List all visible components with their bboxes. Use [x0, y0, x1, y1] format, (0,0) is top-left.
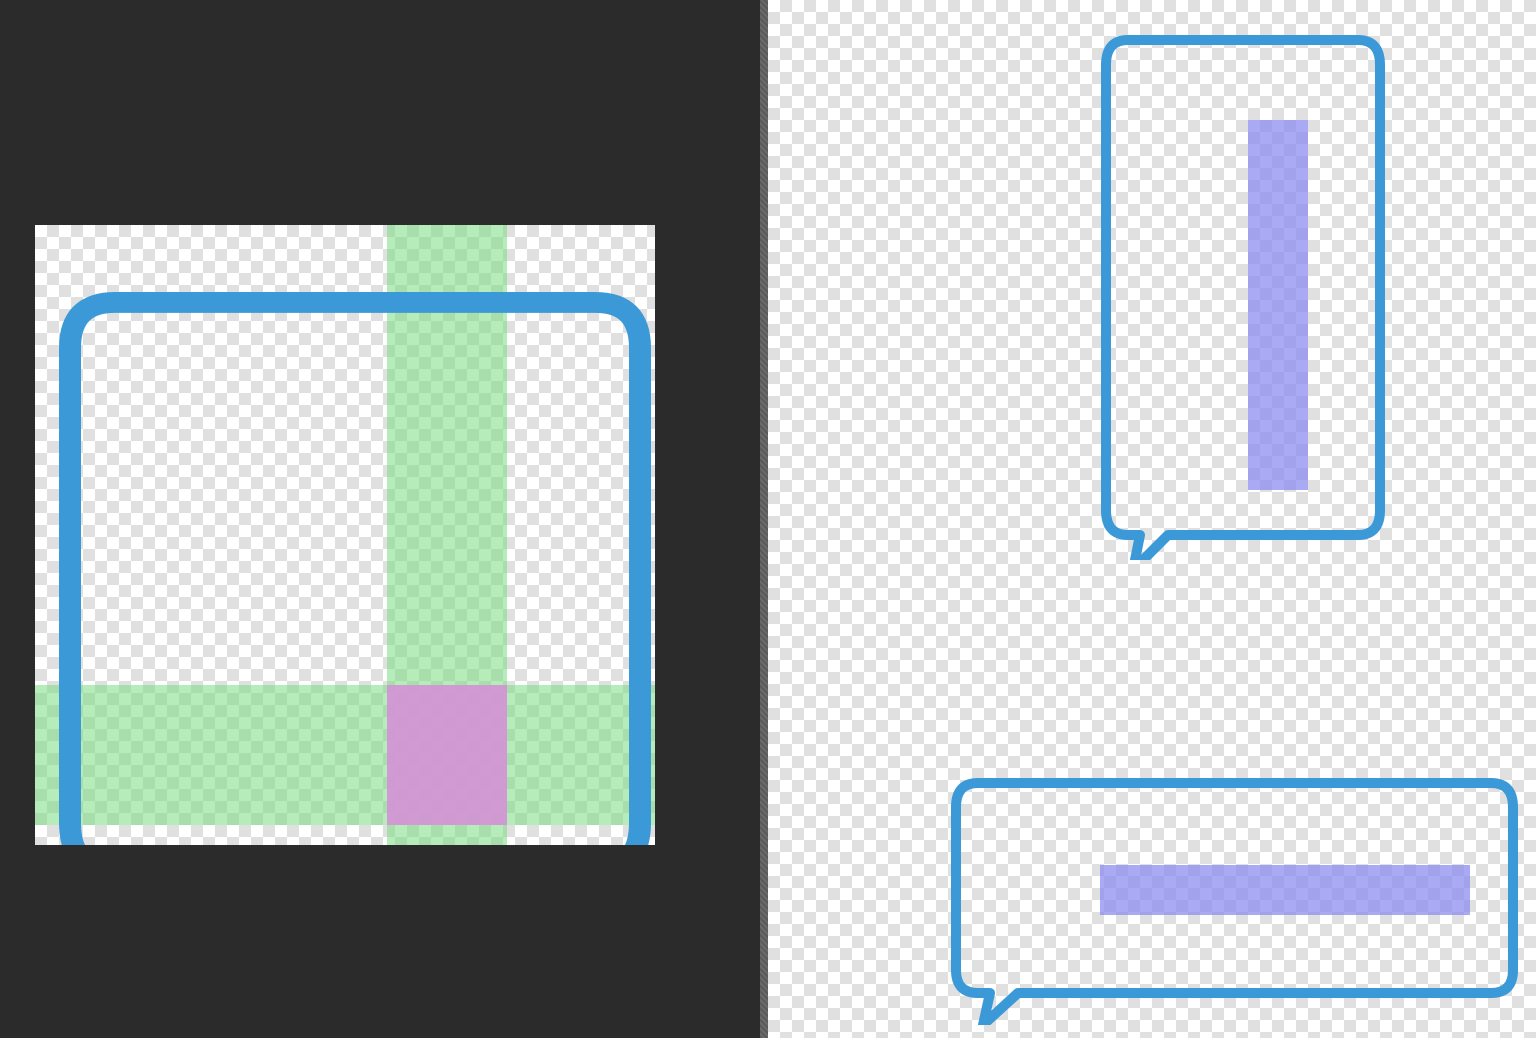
speech-bubble-icon — [35, 225, 655, 845]
nine-patch-editor — [0, 0, 1536, 1038]
source-panel — [0, 0, 760, 1038]
preview-bubble-tall — [1098, 30, 1388, 560]
preview-panel — [768, 0, 1536, 1038]
source-canvas[interactable] — [35, 225, 655, 845]
preview-bubble-wide — [948, 775, 1521, 1025]
speech-bubble-icon — [1098, 30, 1388, 560]
speech-bubble-icon — [948, 775, 1521, 1025]
panel-divider[interactable] — [760, 0, 768, 1038]
